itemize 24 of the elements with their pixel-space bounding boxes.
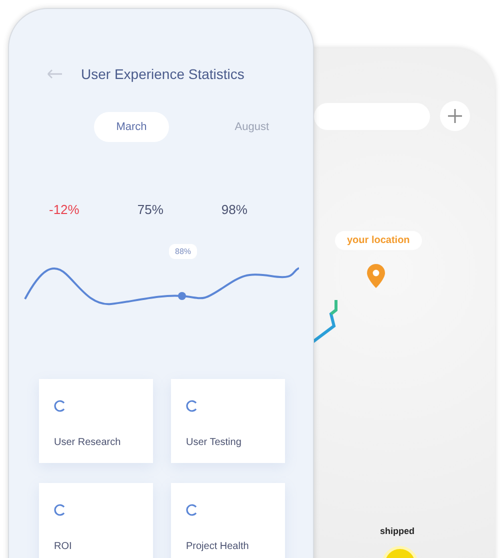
progress-ring-icon [186,400,198,412]
progress-ring-icon [54,400,66,412]
location-label: your location [335,231,422,250]
progress-ring-icon [186,504,198,516]
search-field[interactable] [314,103,430,130]
back-arrow-icon[interactable] [47,69,63,79]
project-card[interactable]: User Testing [171,379,285,463]
card-title: User Testing [186,437,242,448]
plus-icon [447,108,463,124]
month-tab[interactable]: March [94,112,169,142]
stat-value: -12% [49,202,80,217]
project-card[interactable]: User Research [39,379,153,463]
map-pin-icon [366,263,386,289]
card-title: ROI [54,541,73,552]
card-title: Project Health [186,541,250,552]
progress-ring-icon [54,504,66,516]
project-card[interactable]: ROI [39,483,153,558]
stat-value: 98% [221,202,248,217]
stat-value: 75% [137,202,164,217]
chart-tooltip: 88% [169,244,198,259]
project-card[interactable]: Project Health [171,483,285,558]
status-label: shipped [380,526,415,536]
card-title: User Research [54,437,122,448]
screen-title: User Experience Statistics [81,66,244,82]
